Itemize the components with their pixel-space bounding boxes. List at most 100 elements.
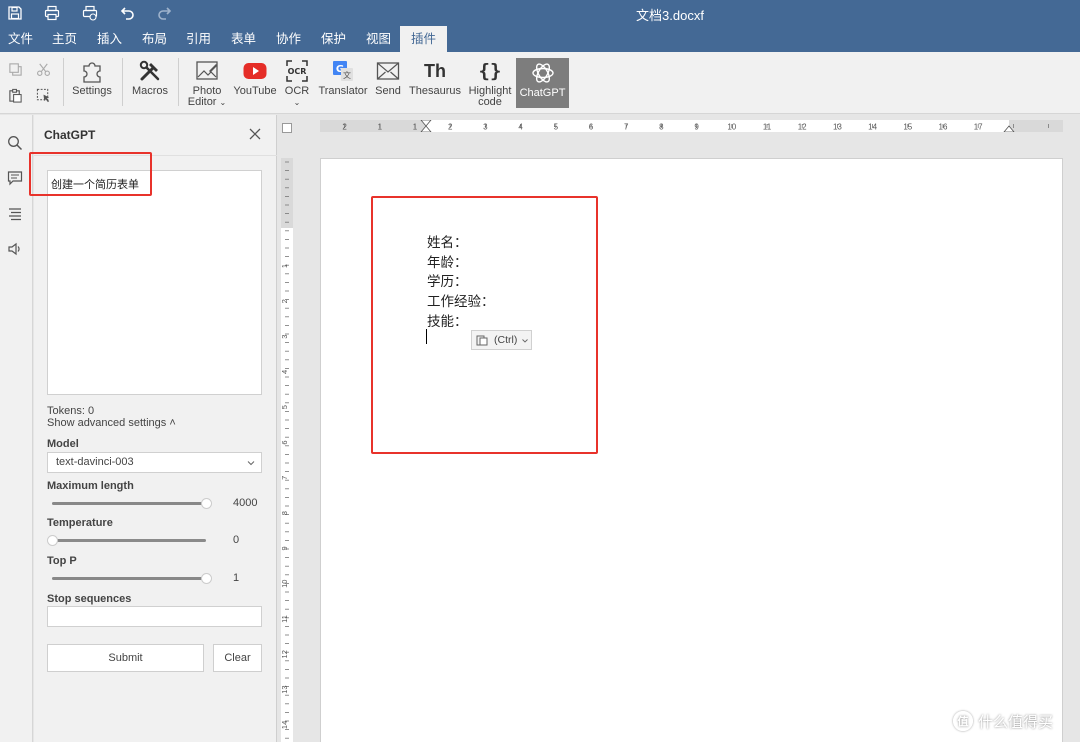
- temperature-value: 0: [233, 534, 240, 546]
- select-all-icon[interactable]: [34, 86, 52, 104]
- speaker-icon[interactable]: [5, 239, 25, 259]
- ruler-right-margin: [1009, 120, 1063, 132]
- document-title: 文档3.docxf: [636, 8, 704, 23]
- photo-editor-button[interactable]: Photo Editor ⌄: [184, 56, 230, 110]
- cut-icon[interactable]: [34, 60, 52, 78]
- ruler-number: 12: [798, 123, 807, 132]
- youtube-button[interactable]: YouTube: [233, 56, 277, 110]
- menu-protect[interactable]: 保护: [321, 26, 346, 52]
- horizontal-ruler[interactable]: 2 1 1 2 3 4 5 6 7 8 9 10 11 12 13 14 15 16 17: [320, 120, 1063, 132]
- ruler-number: 10: [727, 123, 736, 132]
- svg-text:文: 文: [343, 70, 351, 80]
- ruler-number: 9: [694, 123, 699, 132]
- menu-file[interactable]: 文件: [8, 26, 33, 52]
- settings-button[interactable]: Settings: [69, 56, 115, 110]
- menu-forms[interactable]: 表单: [231, 26, 256, 52]
- copy-icon[interactable]: [6, 60, 24, 78]
- menu-layout[interactable]: 布局: [142, 26, 167, 52]
- send-button[interactable]: Send: [371, 56, 405, 110]
- tools-icon: [128, 56, 172, 86]
- translate-icon: G文: [318, 56, 368, 86]
- ruler-number: 6: [281, 440, 289, 444]
- ocr-button[interactable]: OCR OCR ⌄: [280, 56, 314, 110]
- ruler-number: 13: [281, 685, 289, 693]
- ruler-left-margin: [320, 120, 426, 132]
- close-icon[interactable]: [248, 127, 262, 141]
- macros-label: Macros: [131, 85, 169, 97]
- temperature-slider-thumb[interactable]: [47, 535, 58, 546]
- advanced-settings-toggle[interactable]: Show advanced settings ˄: [47, 417, 176, 429]
- watermark-text: 什么值得买: [978, 712, 1054, 731]
- thesaurus-button[interactable]: Th Thesaurus: [409, 56, 461, 110]
- headings-icon[interactable]: [5, 204, 25, 224]
- comment-icon[interactable]: [5, 168, 25, 188]
- chevron-up-icon: ˄: [169, 417, 176, 429]
- send-label: Send: [375, 85, 401, 97]
- menu-home[interactable]: 主页: [52, 26, 77, 52]
- top-p-slider-thumb[interactable]: [201, 573, 212, 584]
- search-icon[interactable]: [5, 133, 25, 153]
- chatgpt-label: ChatGPT: [519, 87, 566, 99]
- ocr-label: OCR: [284, 85, 310, 97]
- temperature-label: Temperature: [47, 517, 113, 529]
- menu-view[interactable]: 视图: [366, 26, 391, 52]
- translator-button[interactable]: G文 Translator: [318, 56, 368, 110]
- svg-text:OCR: OCR: [288, 67, 307, 76]
- prompt-input[interactable]: 创建一个简历表单: [47, 170, 262, 395]
- ruler-number: 16: [939, 123, 948, 132]
- submit-button[interactable]: Submit: [47, 644, 204, 672]
- menu-references[interactable]: 引用: [186, 26, 211, 52]
- ruler-number: 11: [281, 615, 289, 623]
- ruler-number: 4: [281, 370, 289, 374]
- menu-insert[interactable]: 插入: [97, 26, 122, 52]
- photo-editor-label-2: Editor ⌄: [187, 96, 227, 108]
- ruler-number: 17: [974, 123, 983, 132]
- mail-icon: [371, 56, 405, 86]
- thesaurus-label: Thesaurus: [409, 85, 461, 97]
- panel-title: ChatGPT: [44, 128, 96, 142]
- title-bar: 文档3.docxf: [0, 0, 1080, 26]
- youtube-label: YouTube: [233, 85, 277, 97]
- ruler-number: 10: [281, 580, 289, 588]
- top-p-slider-fill: [52, 577, 206, 580]
- translator-label: Translator: [318, 85, 368, 97]
- vertical-ruler[interactable]: 1234567891011121314: [281, 158, 293, 742]
- highlight-code-button[interactable]: {} Highlight code: [467, 56, 513, 110]
- ruler-number: 1: [281, 264, 289, 268]
- chevron-down-icon: ⌄: [293, 98, 301, 107]
- puzzle-icon: [69, 56, 115, 86]
- temperature-slider[interactable]: [47, 535, 206, 546]
- top-p-slider[interactable]: [52, 573, 212, 584]
- ruler-number: 11: [763, 123, 772, 132]
- ruler-number: 6: [589, 123, 594, 132]
- ruler-number: 2: [448, 123, 453, 132]
- max-length-slider[interactable]: [52, 498, 212, 509]
- max-length-value: 4000: [233, 497, 258, 509]
- image-edit-icon: [184, 56, 230, 86]
- paste-icon[interactable]: [6, 86, 24, 104]
- stop-sequences-input[interactable]: [47, 606, 262, 627]
- clear-button[interactable]: Clear: [213, 644, 262, 672]
- stop-sequences-label: Stop sequences: [47, 593, 132, 605]
- ruler-top-margin: [281, 158, 293, 228]
- ruler-number: 14: [868, 123, 877, 132]
- chevron-down-icon: [247, 461, 255, 466]
- tab-stop-selector[interactable]: [282, 123, 292, 133]
- tokens-count: Tokens: 0: [47, 405, 95, 417]
- model-select[interactable]: text-davinci-003: [47, 452, 262, 473]
- openai-icon: [516, 58, 569, 88]
- macros-button[interactable]: Macros: [128, 56, 172, 110]
- ruler-number: 2: [281, 299, 289, 303]
- chatgpt-button[interactable]: ChatGPT: [516, 58, 569, 108]
- left-sidebar: [0, 115, 33, 742]
- ruler-number: 9: [281, 546, 289, 550]
- top-p-value: 1: [233, 572, 240, 584]
- watermark: 值 什么值得买: [953, 710, 1053, 732]
- max-length-slider-thumb[interactable]: [201, 498, 212, 509]
- ruler-number: 14: [281, 721, 289, 729]
- top-p-label: Top P: [47, 555, 77, 567]
- ruler-number: 5: [281, 405, 289, 409]
- menu-plugins[interactable]: 插件: [400, 26, 448, 52]
- ruler-number: 8: [659, 123, 664, 132]
- menu-collaborate[interactable]: 协作: [276, 26, 301, 52]
